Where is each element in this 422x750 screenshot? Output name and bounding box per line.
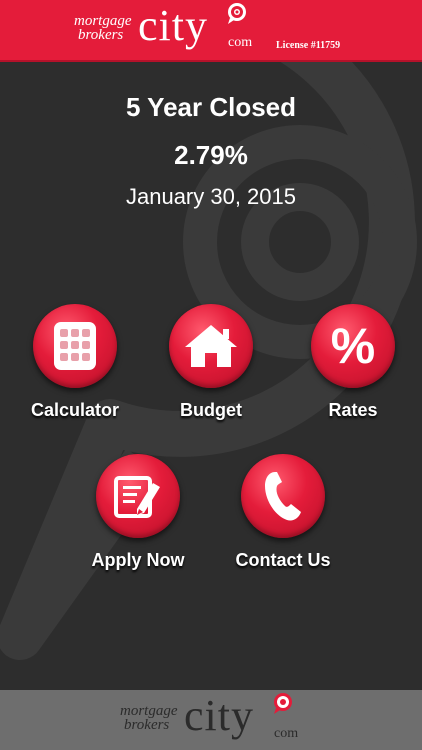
rates-button[interactable]: % — [311, 304, 395, 388]
footer-logo-word-mortgage: mortgage — [120, 703, 178, 719]
logo-word-city: city — [138, 1, 208, 50]
footer-logo-word-com: com — [274, 726, 299, 741]
rate-date: January 30, 2015 — [125, 184, 297, 209]
budget-tile[interactable]: Budget — [146, 304, 276, 421]
budget-button[interactable] — [169, 304, 253, 388]
logo-word-com: com — [228, 35, 253, 50]
brand-logo: mortgage brokers city com — [72, 1, 272, 56]
calculator-button[interactable] — [33, 304, 117, 388]
footer-logo: mortgage brokers city com — [118, 692, 318, 748]
calculator-icon — [54, 322, 96, 370]
footer-logo-word-brokers: brokers — [124, 717, 170, 733]
main-panel: 5 Year Closed 2.79% January 30, 2015 Cal… — [0, 62, 422, 690]
percent-icon: % — [330, 318, 376, 374]
rate-value: 2.79% — [174, 140, 248, 170]
footer-logo-word-city: city — [184, 691, 254, 740]
license-number: License #11759 — [276, 40, 341, 51]
logo-word-brokers: brokers — [78, 27, 124, 43]
contact-us-label: Contact Us — [235, 550, 331, 570]
footer-map-pin-icon — [274, 693, 292, 714]
map-pin-icon — [228, 3, 246, 24]
apply-now-tile[interactable]: Apply Now — [73, 454, 203, 571]
rate-term-title: 5 Year Closed — [125, 92, 297, 122]
apply-now-button[interactable] — [96, 454, 180, 538]
form-pencil-icon — [114, 476, 160, 518]
contact-us-tile[interactable]: Contact Us — [218, 454, 348, 571]
rates-tile[interactable]: % Rates — [288, 304, 418, 421]
app-header: mortgage brokers city com License #11759 — [0, 0, 422, 62]
logo-word-mortgage: mortgage — [74, 13, 132, 29]
app-footer: mortgage brokers city com — [0, 690, 422, 750]
contact-us-button[interactable] — [241, 454, 325, 538]
calculator-label: Calculator — [30, 400, 120, 420]
house-icon — [185, 325, 237, 367]
budget-label: Budget — [180, 400, 242, 420]
calculator-tile[interactable]: Calculator — [10, 304, 140, 421]
phone-icon — [265, 472, 301, 521]
apply-now-label: Apply Now — [91, 550, 185, 570]
rates-label: Rates — [328, 400, 378, 420]
